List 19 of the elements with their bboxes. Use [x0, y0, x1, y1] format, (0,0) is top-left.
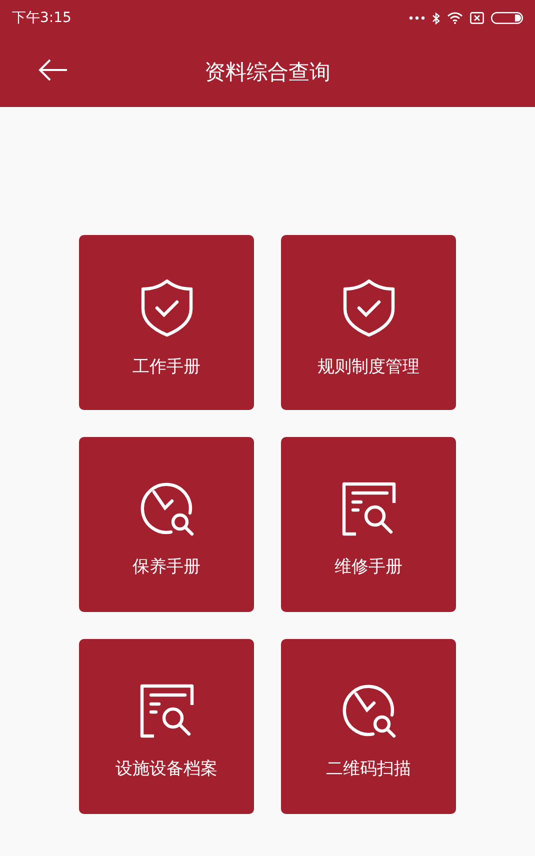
sim-icon [470, 12, 484, 24]
menu-tile[interactable]: 工作手册 [79, 235, 254, 410]
menu-tile[interactable]: 二维码扫描 [281, 639, 456, 814]
menu-tile[interactable]: 规则制度管理 [281, 235, 456, 410]
menu-tile[interactable]: 维修手册 [281, 437, 456, 612]
clock-search-icon [340, 683, 396, 739]
document-search-icon [340, 481, 396, 537]
status-time: 下午3:15 [12, 9, 72, 27]
wifi-icon [447, 12, 463, 24]
menu-tile[interactable]: 保养手册 [79, 437, 254, 612]
menu-tile[interactable]: 设施设备档案 [79, 639, 254, 814]
more-icon [409, 16, 425, 20]
bluetooth-icon [432, 12, 440, 24]
shield-check-icon [140, 279, 192, 337]
page-title: 资料综合查询 [204, 58, 330, 86]
battery-icon [491, 12, 523, 24]
document-search-icon [138, 683, 194, 739]
clock-search-icon [138, 481, 194, 537]
shield-check-icon [342, 279, 394, 337]
